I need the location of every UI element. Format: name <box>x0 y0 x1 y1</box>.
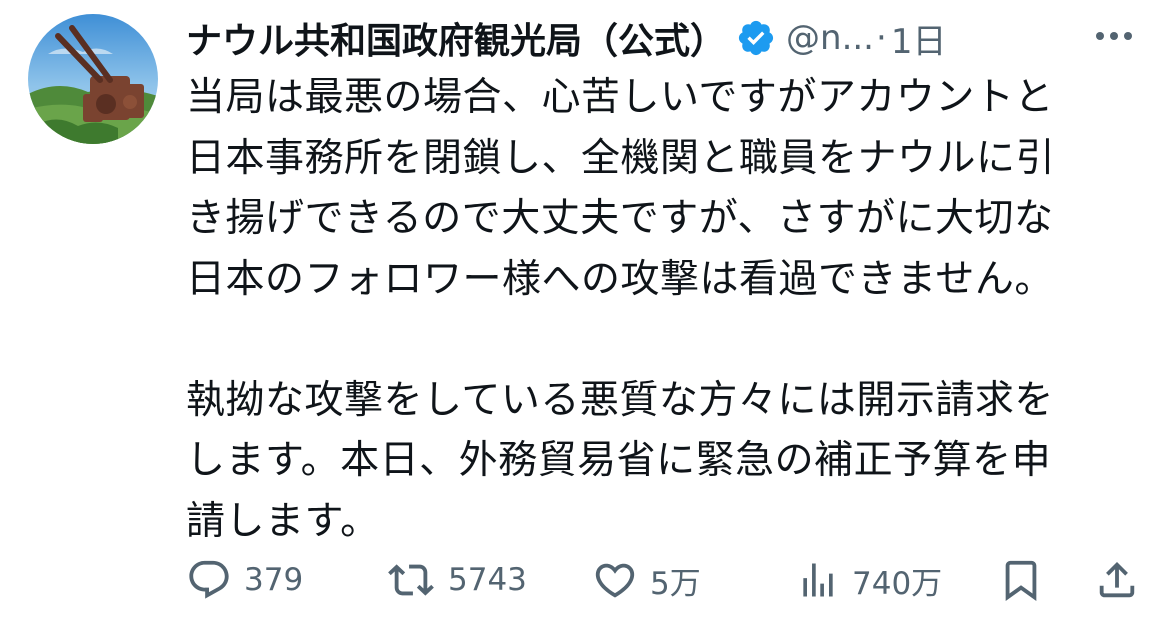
bookmark-icon <box>998 556 1044 604</box>
verified-badge-icon[interactable] <box>736 18 776 58</box>
share-icon <box>1094 556 1140 604</box>
display-name[interactable]: ナウル共和国政府観光局（公式） <box>186 12 726 64</box>
retweet-count: 5743 <box>448 562 527 598</box>
views-count: 740万 <box>852 565 943 602</box>
tweet: ナウル共和国政府観光局（公式） @n... · 1日 当局は最悪の場合、心苦しい… <box>0 0 1170 626</box>
more-options-icon[interactable] <box>1092 26 1136 46</box>
tweet-text: 当局は最悪の場合、心苦しいですがアカウントと 日本事務所を閉鎖し、全機関と職員を… <box>186 75 1056 544</box>
retweet-button[interactable]: 5743 <box>386 556 527 604</box>
bookmark-button[interactable] <box>998 556 1044 604</box>
share-button[interactable] <box>1094 556 1140 604</box>
tweet-header: ナウル共和国政府観光局（公式） @n... · 1日 <box>186 12 946 64</box>
views-icon <box>796 557 840 603</box>
retweet-icon <box>386 557 436 603</box>
user-handle[interactable]: @n... <box>786 18 874 58</box>
avatar[interactable] <box>28 14 158 144</box>
views-button[interactable]: 740万 <box>796 556 942 604</box>
reply-count: 379 <box>244 562 304 598</box>
separator-dot: · <box>876 18 887 58</box>
like-count: 5万 <box>650 565 701 602</box>
reply-icon <box>186 557 232 603</box>
heart-icon <box>592 557 638 603</box>
timestamp[interactable]: 1日 <box>891 14 947 63</box>
reply-button[interactable]: 379 <box>186 556 303 604</box>
tweet-actions: 379 5743 5万 740万 <box>186 548 1146 612</box>
like-button[interactable]: 5万 <box>592 556 701 604</box>
